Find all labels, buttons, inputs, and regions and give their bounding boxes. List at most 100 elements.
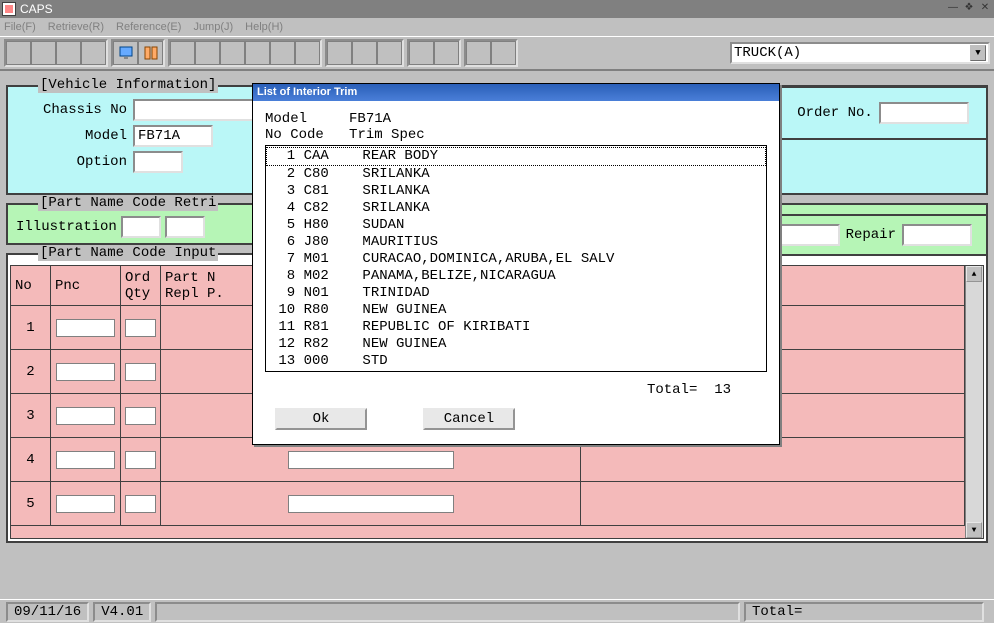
model-label: Model bbox=[18, 128, 133, 144]
trim-list-item[interactable]: 11 R81 REPUBLIC OF KIRIBATI bbox=[266, 319, 766, 336]
trim-list-item[interactable]: 7 M01 CURACAO,DOMINICA,ARUBA,EL SALV bbox=[266, 251, 766, 268]
price-cell bbox=[581, 482, 965, 525]
pnc-input[interactable] bbox=[56, 407, 115, 425]
row-no: 2 bbox=[11, 350, 51, 393]
menu-help[interactable]: Help(H) bbox=[245, 21, 283, 33]
interior-trim-dialog: List of Interior Trim Model FB71A No Cod… bbox=[252, 83, 780, 445]
status-message bbox=[155, 602, 740, 622]
title-bar: CAPS — ❖ ✕ bbox=[0, 0, 994, 18]
trim-list-item[interactable]: 4 C82 SRILANKA bbox=[266, 200, 766, 217]
model-input[interactable]: FB71A bbox=[133, 125, 213, 147]
trim-list-item[interactable]: 2 C80 SRILANKA bbox=[266, 166, 766, 183]
toolbar-btn-monitor[interactable] bbox=[113, 41, 138, 65]
maximize-button[interactable]: ❖ bbox=[962, 2, 976, 16]
chassis-label: Chassis No bbox=[18, 102, 133, 118]
trim-list-item[interactable]: 6 J80 MAURITIUS bbox=[266, 234, 766, 251]
toolbar-btn-5[interactable] bbox=[170, 41, 195, 65]
toolbar-btn-1[interactable] bbox=[6, 41, 31, 65]
toolbar-btn-17[interactable] bbox=[491, 41, 516, 65]
toolbar-btn-11[interactable] bbox=[327, 41, 352, 65]
window-title: CAPS bbox=[20, 2, 944, 16]
part-input[interactable] bbox=[288, 495, 454, 513]
vehicle-type-dropdown[interactable]: TRUCK(A) ▼ bbox=[730, 42, 990, 64]
dialog-total: Total= 13 bbox=[265, 372, 767, 408]
qty-input[interactable] bbox=[125, 363, 157, 381]
qty-input[interactable] bbox=[125, 407, 157, 425]
trim-list-item[interactable]: 13 000 STD bbox=[266, 353, 766, 370]
repair-panel: Repair bbox=[760, 214, 988, 256]
repair-label: Repair bbox=[846, 227, 896, 243]
minimize-button[interactable]: — bbox=[946, 2, 960, 16]
menu-reference[interactable]: Reference(E) bbox=[116, 21, 181, 33]
toolbar-btn-2[interactable] bbox=[31, 41, 56, 65]
qty-input[interactable] bbox=[125, 451, 157, 469]
status-total: Total= bbox=[744, 602, 984, 622]
option-input[interactable] bbox=[133, 151, 183, 173]
row-no: 1 bbox=[11, 306, 51, 349]
model-value: FB71A bbox=[138, 128, 180, 144]
row-no: 5 bbox=[11, 482, 51, 525]
toolbar-btn-8[interactable] bbox=[245, 41, 270, 65]
pnc-input[interactable] bbox=[56, 363, 115, 381]
trim-list[interactable]: 1 CAA REAR BODY 2 C80 SRILANKA 3 C81 SRI… bbox=[265, 145, 767, 372]
dialog-column-header: No Code Trim Spec bbox=[265, 127, 767, 143]
toolbar-btn-14[interactable] bbox=[409, 41, 434, 65]
trim-list-item[interactable]: 3 C81 SRILANKA bbox=[266, 183, 766, 200]
app-icon bbox=[2, 2, 16, 16]
pnc-input[interactable] bbox=[56, 495, 115, 513]
col-pnc: Pnc bbox=[51, 266, 121, 305]
table-row: 5 bbox=[11, 482, 965, 526]
menu-bar: File(F) Retrieve(R) Reference(E) Jump(J)… bbox=[0, 18, 994, 36]
status-version: V4.01 bbox=[93, 602, 151, 622]
input-panel-label: [Part Name Code Input bbox=[38, 245, 218, 261]
menu-file[interactable]: File(F) bbox=[4, 21, 36, 33]
cancel-button[interactable]: Cancel bbox=[423, 408, 515, 430]
menu-jump[interactable]: Jump(J) bbox=[193, 21, 233, 33]
illustration-label: Illustration bbox=[16, 219, 117, 235]
scroll-up-icon[interactable]: ▲ bbox=[966, 266, 982, 282]
repair-input-right[interactable] bbox=[902, 224, 972, 246]
toolbar-btn-4[interactable] bbox=[81, 41, 106, 65]
menu-retrieve[interactable]: Retrieve(R) bbox=[48, 21, 104, 33]
row-no: 3 bbox=[11, 394, 51, 437]
toolbar-btn-10[interactable] bbox=[295, 41, 320, 65]
trim-list-item[interactable]: 8 M02 PANAMA,BELIZE,NICARAGUA bbox=[266, 268, 766, 285]
grid-scrollbar[interactable]: ▲ ▼ bbox=[965, 266, 983, 538]
repair-input-left[interactable] bbox=[770, 224, 840, 246]
trim-list-item[interactable]: 12 R82 NEW GUINEA bbox=[266, 336, 766, 353]
close-button[interactable]: ✕ bbox=[978, 2, 992, 16]
toolbar-btn-6[interactable] bbox=[195, 41, 220, 65]
trim-list-item[interactable]: 5 H80 SUDAN bbox=[266, 217, 766, 234]
toolbar-btn-13[interactable] bbox=[377, 41, 402, 65]
toolbar-btn-7[interactable] bbox=[220, 41, 245, 65]
col-no: No bbox=[11, 266, 51, 305]
toolbar: TRUCK(A) ▼ bbox=[0, 36, 994, 71]
toolbar-btn-9[interactable] bbox=[270, 41, 295, 65]
illustration-input-2[interactable] bbox=[165, 216, 205, 238]
toolbar-btn-15[interactable] bbox=[434, 41, 459, 65]
pnc-input[interactable] bbox=[56, 319, 115, 337]
chevron-down-icon: ▼ bbox=[970, 45, 986, 61]
toolbar-btn-3[interactable] bbox=[56, 41, 81, 65]
vehicle-panel-label: [Vehicle Information] bbox=[38, 77, 218, 93]
order-label: Order No. bbox=[797, 105, 873, 121]
trim-list-item[interactable]: 9 N01 TRINIDAD bbox=[266, 285, 766, 302]
status-date: 09/11/16 bbox=[6, 602, 89, 622]
illustration-input-1[interactable] bbox=[121, 216, 161, 238]
toolbar-btn-12[interactable] bbox=[352, 41, 377, 65]
toolbar-btn-16[interactable] bbox=[466, 41, 491, 65]
trim-list-item[interactable]: 1 CAA REAR BODY bbox=[266, 147, 766, 166]
row-no: 4 bbox=[11, 438, 51, 481]
part-input[interactable] bbox=[288, 451, 454, 469]
pnc-input[interactable] bbox=[56, 451, 115, 469]
dialog-title: List of Interior Trim bbox=[253, 84, 779, 101]
retrieve-panel-label: [Part Name Code Retri bbox=[38, 195, 218, 211]
order-input[interactable] bbox=[879, 102, 969, 124]
scroll-down-icon[interactable]: ▼ bbox=[966, 522, 982, 538]
ok-button[interactable]: Ok bbox=[275, 408, 367, 430]
qty-input[interactable] bbox=[125, 495, 157, 513]
trim-list-item[interactable]: 10 R80 NEW GUINEA bbox=[266, 302, 766, 319]
option-label: Option bbox=[18, 154, 133, 170]
qty-input[interactable] bbox=[125, 319, 157, 337]
toolbar-btn-book[interactable] bbox=[138, 41, 163, 65]
